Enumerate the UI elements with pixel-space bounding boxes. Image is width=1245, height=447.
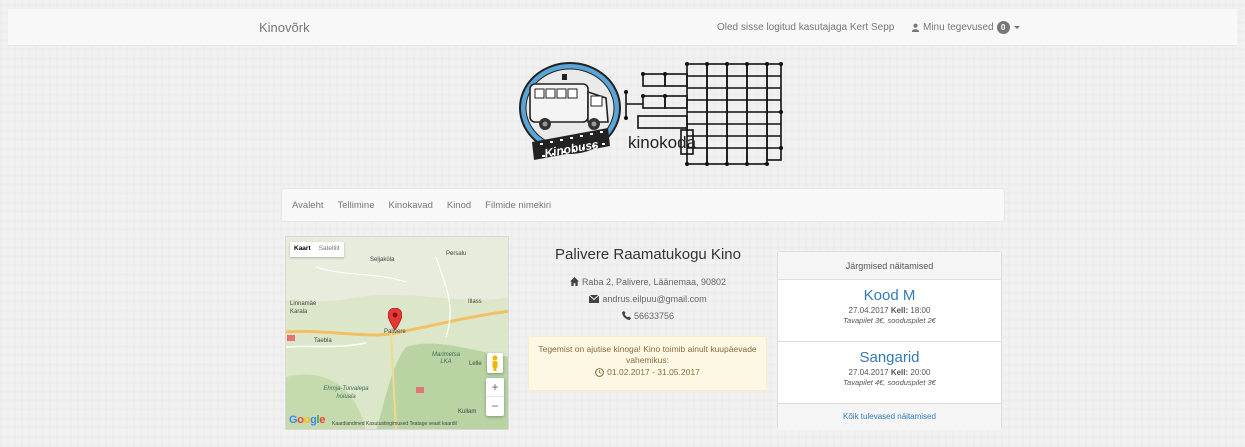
map-type-toggle: Kaart Satelliit: [290, 242, 344, 257]
envelope-icon: [589, 294, 600, 303]
user-icon: [911, 23, 920, 32]
map-label: Marimetsa LKA: [431, 352, 460, 365]
cinema-address: Raba 2, Palivere, Läänemaa, 90802: [581, 276, 727, 287]
map-label: Persalu: [446, 251, 467, 257]
brand-link[interactable]: Kinovõrk: [259, 20, 310, 35]
google-logo: Google: [289, 414, 326, 426]
top-navbar: Kinovõrk Oled sisse logitud kasutajaga K…: [8, 9, 1237, 46]
cinema-name: Palivere Raamatukogu Kino: [555, 246, 741, 263]
show-time-label: Kell:: [890, 368, 909, 377]
location-marker-icon[interactable]: [388, 308, 402, 330]
cinema-email-line: andrus.eilpuu@gmail.com: [528, 290, 768, 307]
menu-item-kinod[interactable]: Kinod: [447, 200, 471, 211]
show-date: 27.04.2017: [848, 368, 889, 377]
map-label: Lelle: [469, 361, 482, 367]
menu-item-tellimine[interactable]: Tellimine: [338, 200, 375, 211]
show-datetime: 27.04.2017 Kell: 20:00: [778, 368, 1001, 377]
cinema-address-line: Raba 2, Palivere, Läänemaa, 90802: [528, 273, 768, 290]
phone-icon: [621, 311, 631, 320]
zoom-in-button[interactable]: +: [486, 378, 504, 397]
kinobuss-kinokoda-logo: Kinobuss kinokoda: [518, 56, 818, 171]
map-label: Seljaküla: [370, 257, 395, 263]
show-item: Sangarid 27.04.2017 Kell: 20:00 Tavapile…: [778, 342, 1001, 404]
show-time: 20:00: [910, 368, 931, 377]
map-label: Karala: [290, 309, 308, 315]
map-zoom-controls: + −: [486, 378, 504, 416]
show-price: Tavapilet 3€, sooduspilet 2€: [843, 316, 936, 325]
activity-count-badge: 0: [996, 21, 1010, 34]
street-view-pegman-icon[interactable]: [487, 353, 503, 373]
map-type-satellite-button[interactable]: Satelliit: [315, 242, 344, 257]
map-label: Linnamäe: [290, 301, 317, 307]
menu-item-filmide-nimekiri[interactable]: Filmide nimekiri: [485, 200, 551, 211]
cinema-phone[interactable]: 56633756: [634, 311, 674, 321]
map-attribution[interactable]: Kaardiandmed Kasutustingimused Teatage v…: [332, 421, 457, 427]
caret-down-icon: [1013, 26, 1020, 29]
home-icon: [569, 277, 579, 286]
show-title[interactable]: Sangarid: [778, 349, 1001, 366]
map-label: Taebla: [314, 338, 332, 344]
show-item: Kood M 27.04.2017 Kell: 18:00 Tavapilet …: [778, 280, 1001, 342]
my-activities-label: Minu tegevused: [923, 22, 994, 33]
map-label: Ehmja-Turvalepa hoiuala: [323, 386, 369, 400]
notice-dates-line: 01.02.2017 - 31.05.2017: [537, 367, 758, 378]
location-map[interactable]: Kaart Satelliit Seljaküla Persalu Linnam…: [285, 236, 509, 430]
map-type-map-button[interactable]: Kaart: [290, 242, 315, 257]
clock-icon: [595, 368, 605, 377]
upcoming-shows-header: Järgmised näitamised: [778, 252, 1001, 280]
zoom-out-button[interactable]: −: [486, 397, 504, 416]
upcoming-shows-panel: Järgmised näitamised Kood M 27.04.2017 K…: [777, 251, 1002, 430]
logged-in-user-text: Oled sisse logitud kasutajaga Kert Sepp: [717, 22, 895, 33]
notice-text: Tegemist on ajutise kinoga! Kino toimib …: [538, 344, 757, 365]
my-activities-dropdown[interactable]: Minu tegevused 0: [911, 21, 1020, 34]
main-menu: Avaleht Tellimine Kinokavad Kinod Filmid…: [281, 188, 1005, 222]
map-label: Kullam: [458, 409, 477, 415]
show-time: 18:00: [910, 306, 931, 315]
cinema-phone-line: 56633756: [528, 307, 768, 324]
all-upcoming-shows-link[interactable]: Kõik tulevased näitamised: [778, 404, 1001, 430]
kinokoda-logo-text: kinokoda: [628, 133, 697, 152]
show-time-label: Kell:: [890, 306, 909, 315]
show-date: 27.04.2017: [848, 306, 889, 315]
menu-item-avaleht[interactable]: Avaleht: [292, 200, 324, 211]
temporary-cinema-notice: Tegemist on ajutise kinoga! Kino toimib …: [528, 336, 767, 391]
notice-dates: 01.02.2017 - 31.05.2017: [607, 367, 700, 377]
cinema-info: Palivere Raamatukogu Kino Raba 2, Palive…: [528, 246, 768, 324]
show-datetime: 27.04.2017 Kell: 18:00: [778, 306, 1001, 315]
menu-item-kinokavad[interactable]: Kinokavad: [388, 200, 432, 211]
show-price: Tavapilet 4€, sooduspilet 3€: [843, 378, 936, 387]
map-label: Illass: [468, 299, 482, 305]
cinema-email[interactable]: andrus.eilpuu@gmail.com: [602, 294, 706, 304]
show-title[interactable]: Kood M: [778, 287, 1001, 304]
